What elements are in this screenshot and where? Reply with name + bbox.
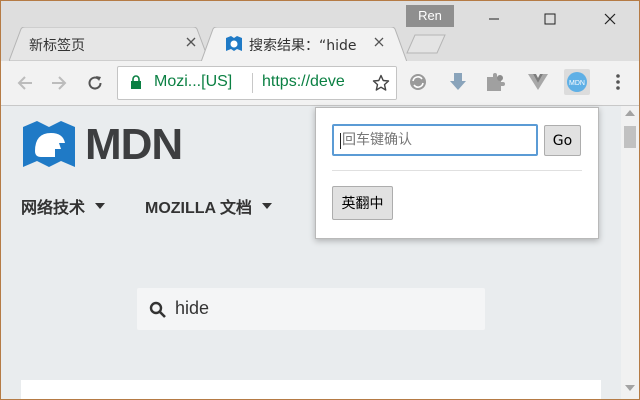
address-bar[interactable]: Mozi...[US] https://deve (117, 66, 397, 100)
extension-vue[interactable] (525, 69, 551, 95)
tab-close-button[interactable] (183, 34, 199, 50)
omnibox-divider (252, 73, 253, 93)
svg-text:MDN: MDN (569, 80, 585, 87)
results-panel (21, 380, 601, 399)
forward-button[interactable] (47, 71, 71, 95)
reload-button[interactable] (83, 71, 107, 95)
go-button[interactable]: Go (544, 125, 581, 156)
translate-en-zh-button[interactable]: 英翻中 (332, 186, 393, 220)
search-field[interactable]: hide (137, 288, 485, 330)
query-field[interactable] (332, 124, 538, 156)
chevron-down-icon (261, 203, 272, 209)
nav-label: 网络技术 (21, 200, 86, 217)
query-input[interactable] (334, 126, 536, 154)
tab-search-results[interactable]: 搜索结果：“hide (201, 27, 407, 62)
puzzle-icon (487, 73, 505, 91)
scroll-thumb[interactable] (624, 126, 636, 148)
download-arrow-icon (450, 73, 466, 90)
back-arrow-icon (17, 76, 32, 90)
extension-sync[interactable] (405, 69, 431, 95)
sync-icon (410, 74, 426, 90)
tab-new-tab[interactable]: 新标签页 (9, 27, 209, 61)
tab-close-button[interactable] (371, 34, 387, 50)
mdn-translate-icon: MDN (567, 72, 587, 92)
forward-arrow-icon (52, 76, 67, 90)
bookmark-button[interactable] (366, 67, 396, 99)
tab-title: 新标签页 (29, 38, 85, 54)
profile-badge[interactable]: Ren (406, 5, 454, 27)
mdn-favicon-icon (226, 36, 242, 51)
nav-label: MOZILLA 文档 (145, 200, 252, 217)
browser-window: Ren 新标签页 搜索结果：“hide Mozi...[US] https://… (0, 0, 640, 400)
close-window-button[interactable] (595, 9, 625, 29)
extension-puzzle[interactable] (483, 69, 509, 95)
new-tab-button[interactable] (405, 33, 449, 55)
nav-web-tech[interactable]: 网络技术 (21, 194, 106, 218)
extension-download[interactable] (445, 69, 471, 95)
close-icon (374, 37, 384, 47)
text-cursor (340, 133, 341, 149)
title-bar: Ren 新标签页 搜索结果：“hide (1, 1, 639, 62)
scroll-down-arrow-icon[interactable] (625, 385, 635, 391)
vertical-scrollbar[interactable] (621, 106, 639, 399)
search-value: hide (175, 298, 210, 318)
lock-icon (131, 75, 141, 89)
minimize-icon (489, 18, 499, 20)
maximize-button[interactable] (535, 9, 565, 29)
translate-popup: Go 英翻中 (315, 107, 599, 239)
extension-mdn-translate[interactable]: MDN (564, 69, 590, 95)
maximize-icon (544, 13, 556, 25)
mdn-dino-icon (23, 121, 75, 167)
search-icon (149, 301, 166, 318)
back-button[interactable] (13, 71, 37, 95)
minimize-button[interactable] (479, 9, 509, 29)
url-text[interactable]: https://deve (262, 73, 345, 91)
secure-label: Mozi...[US] (154, 73, 233, 90)
star-icon (372, 74, 390, 91)
popup-divider (332, 170, 582, 171)
nav-mozilla-docs[interactable]: MOZILLA 文档 (145, 194, 272, 218)
toolbar: Mozi...[US] https://deve MDN (1, 61, 639, 106)
tab-title: 搜索结果：“hide (249, 38, 357, 54)
logo-text: MDN (85, 120, 183, 169)
close-icon (186, 37, 196, 47)
reload-icon (88, 76, 102, 90)
scroll-up-arrow-icon[interactable] (625, 110, 635, 116)
vue-icon (528, 74, 548, 90)
browser-menu-button[interactable] (605, 69, 631, 95)
chevron-down-icon (95, 203, 106, 209)
more-vertical-icon (616, 74, 620, 90)
mdn-logo[interactable]: MDN (21, 120, 183, 170)
close-icon (604, 13, 616, 25)
